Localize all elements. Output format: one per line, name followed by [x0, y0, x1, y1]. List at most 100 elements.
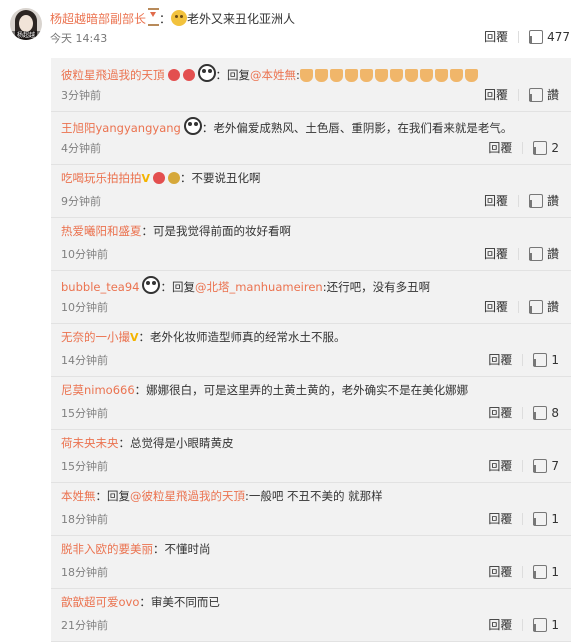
pray-emoji-icon [299, 69, 313, 82]
like-label[interactable]: 2 [551, 141, 559, 155]
like-icon[interactable] [533, 617, 548, 632]
like-label[interactable]: 1 [551, 618, 559, 632]
reply-text: 审美不同而已 [150, 595, 220, 609]
reply-item: 吃喝玩乐拍拍拍V ：不要说丑化啊 9分钟前 回覆 讚 [51, 164, 571, 218]
reply-button[interactable]: 回覆 [488, 510, 512, 527]
divider [522, 512, 524, 525]
reply-button[interactable]: 回覆 [484, 28, 508, 45]
reply-prefix: ： [153, 542, 165, 556]
top-comment-time: 今天 14:43 [50, 32, 108, 45]
reply-time: 18分钟前 [61, 513, 108, 526]
divider [522, 565, 524, 578]
reply-username[interactable]: bubble_tea94 [61, 280, 139, 294]
like-icon[interactable] [528, 87, 543, 102]
like-label[interactable]: 讚 [547, 298, 559, 315]
reply-time: 3分钟前 [61, 89, 101, 102]
like-label[interactable]: 讚 [547, 192, 559, 209]
reply-actions: 回覆 讚 [484, 86, 559, 103]
like-label[interactable]: 讚 [547, 86, 559, 103]
like-icon[interactable] [533, 458, 548, 473]
reply-username[interactable]: 尼莫nimo666 [61, 383, 135, 397]
like-label[interactable]: 讚 [547, 245, 559, 262]
medal-badge-icon [168, 172, 181, 184]
reply-username[interactable]: 热爱曦阳和盛夏 [61, 224, 142, 238]
divider [518, 30, 520, 43]
reply-mention[interactable]: @彼粒星飛過我的天頂 [130, 489, 245, 503]
pray-emoji-icon [419, 69, 433, 82]
like-icon[interactable] [533, 564, 548, 579]
top-comment-username[interactable]: 杨超越暗部副部长 [50, 12, 146, 26]
reply-username[interactable]: 本姓無 [61, 489, 96, 503]
panda-emoji-icon [142, 276, 161, 294]
reply-button[interactable]: 回覆 [488, 563, 512, 580]
reply-actions: 回覆 讚 [484, 245, 559, 262]
reply-button[interactable]: 回覆 [488, 457, 512, 474]
like-icon[interactable] [528, 193, 543, 208]
like-label[interactable]: 1 [551, 512, 559, 526]
like-label[interactable]: 8 [551, 406, 559, 420]
reply-line: 无奈的一小撮V：老外化妆师造型师真的经常水土不服。 [61, 329, 346, 346]
reply-username[interactable]: 彼粒星飛過我的天頂 [61, 68, 165, 82]
like-icon[interactable] [533, 405, 548, 420]
pray-emoji-icon [434, 69, 448, 82]
reply-text: 娜娜很白，可是这里弄的土黄土黄的，老外确实不是在美化娜娜 [146, 383, 469, 397]
like-icon[interactable] [528, 299, 543, 314]
reply-prefix: ：回复 [215, 68, 251, 82]
member-badge-icon [153, 172, 166, 184]
reply-username[interactable]: 荷未央未央 [61, 436, 119, 450]
reply-button[interactable]: 回覆 [484, 86, 508, 103]
hourglass-icon [148, 8, 160, 26]
reply-username[interactable]: 无奈的一小撮 [61, 330, 130, 344]
like-label[interactable]: 7 [551, 459, 559, 473]
reply-actions: 回覆 1 [488, 510, 559, 527]
reply-button[interactable]: 回覆 [488, 616, 512, 633]
reply-text: 可是我觉得前面的妆好看啊 [153, 224, 291, 238]
reply-prefix: ：回复 [160, 280, 195, 294]
reply-time: 10分钟前 [61, 248, 108, 261]
pray-emoji-icon [329, 69, 343, 82]
pray-emoji-icon [404, 69, 418, 82]
reply-username[interactable]: 歆歆超可爱ovo [61, 595, 139, 609]
smile-emoji-icon [171, 10, 188, 26]
reply-item: 无奈的一小撮V：老外化妆师造型师真的经常水土不服。 14分钟前 回覆 1 [51, 323, 571, 377]
reply-prefix: ：回复 [95, 489, 131, 503]
like-icon[interactable] [528, 246, 543, 261]
pray-emoji-icon [344, 69, 358, 82]
member-badge-icon [182, 69, 195, 81]
reply-panel: 彼粒星飛過我的天頂 ：回复@本姓無: 3分钟前 回覆讚王旭阳yangyangyang：… [51, 58, 571, 642]
reply-line: 热爱曦阳和盛夏：可是我觉得前面的妆好看啊 [61, 223, 291, 239]
reply-username[interactable]: 王旭阳yangyangyang [61, 121, 181, 135]
like-icon[interactable] [533, 511, 548, 526]
like-icon[interactable] [533, 352, 548, 367]
reply-button[interactable]: 回覆 [484, 192, 508, 209]
pray-emoji-icon [314, 69, 328, 82]
reply-line: 本姓無：回复@彼粒星飛過我的天頂:一般吧 不丑不美的 就那样 [61, 488, 383, 504]
reply-button[interactable]: 回覆 [484, 298, 508, 315]
reply-prefix: ： [180, 171, 192, 185]
like-icon[interactable] [533, 140, 548, 155]
reply-mention[interactable]: @本姓無 [250, 68, 296, 82]
top-comment: 杨超越 杨超越暗部副部长：老外又来丑化亚洲人 今天 14:43 回覆 477 [0, 0, 576, 52]
reply-button[interactable]: 回覆 [488, 139, 512, 156]
divider [517, 247, 519, 260]
like-icon[interactable] [529, 29, 544, 44]
reply-text: 不要说丑化啊 [191, 171, 261, 185]
panda-emoji-icon [183, 117, 202, 135]
avatar[interactable]: 杨超越 [10, 8, 42, 40]
reply-username[interactable]: 吃喝玩乐拍拍拍 [61, 171, 142, 185]
like-label[interactable]: 1 [551, 353, 559, 367]
like-label[interactable]: 1 [551, 565, 559, 579]
reply-line: 王旭阳yangyangyang ：老外偏爱成熟风、土色唇、重阴影，在我们看来就是老… [61, 117, 512, 136]
reply-actions: 回覆 1 [488, 616, 559, 633]
reply-time: 21分钟前 [61, 619, 108, 632]
reply-username[interactable]: 脱非入欧的要美丽 [61, 542, 153, 556]
divider [522, 353, 524, 366]
pray-emoji-icon [389, 69, 403, 82]
reply-button[interactable]: 回覆 [488, 404, 512, 421]
reply-button[interactable]: 回覆 [488, 351, 512, 368]
reply-item: bubble_tea94 ：回复@北塔_manhuameiren:还行吧，没有多丑… [51, 270, 571, 324]
reply-button[interactable]: 回覆 [484, 245, 508, 262]
reply-mention[interactable]: @北塔_manhuameiren [195, 280, 323, 294]
reply-text: 老外偏爱成熟风、土色唇、重阴影，在我们看来就是老气。 [213, 121, 513, 135]
pray-emoji-icon [359, 69, 373, 82]
